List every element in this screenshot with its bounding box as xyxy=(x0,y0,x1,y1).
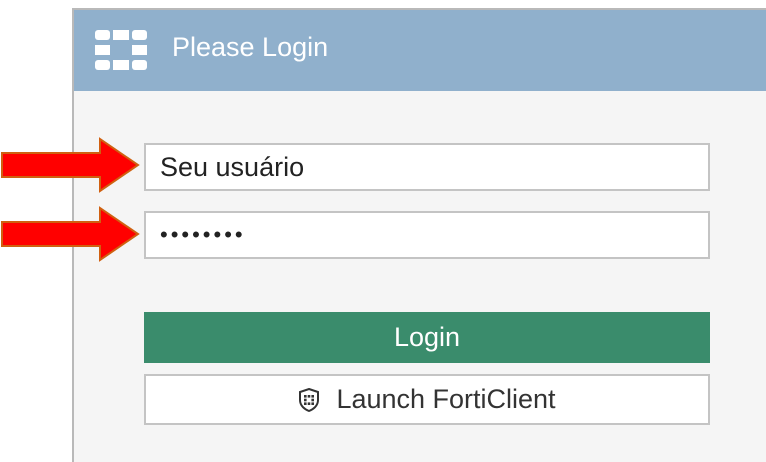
login-screen: Please Login Login Launch FortiClient xyxy=(0,0,766,462)
username-field[interactable] xyxy=(144,143,710,191)
launch-forticlient-button[interactable]: Launch FortiClient xyxy=(144,374,710,425)
fortinet-logo-icon xyxy=(95,30,147,70)
forticlient-label: Launch FortiClient xyxy=(336,384,556,414)
forticlient-shield-icon xyxy=(299,387,320,412)
login-button[interactable]: Login xyxy=(144,312,710,363)
page-title: Please Login xyxy=(172,32,329,62)
red-arrow-icon xyxy=(1,206,140,262)
login-panel: Please Login Login Launch FortiClient xyxy=(72,8,766,462)
password-field[interactable] xyxy=(144,211,710,259)
panel-header: Please Login xyxy=(74,10,766,91)
red-arrow-icon xyxy=(1,137,140,193)
